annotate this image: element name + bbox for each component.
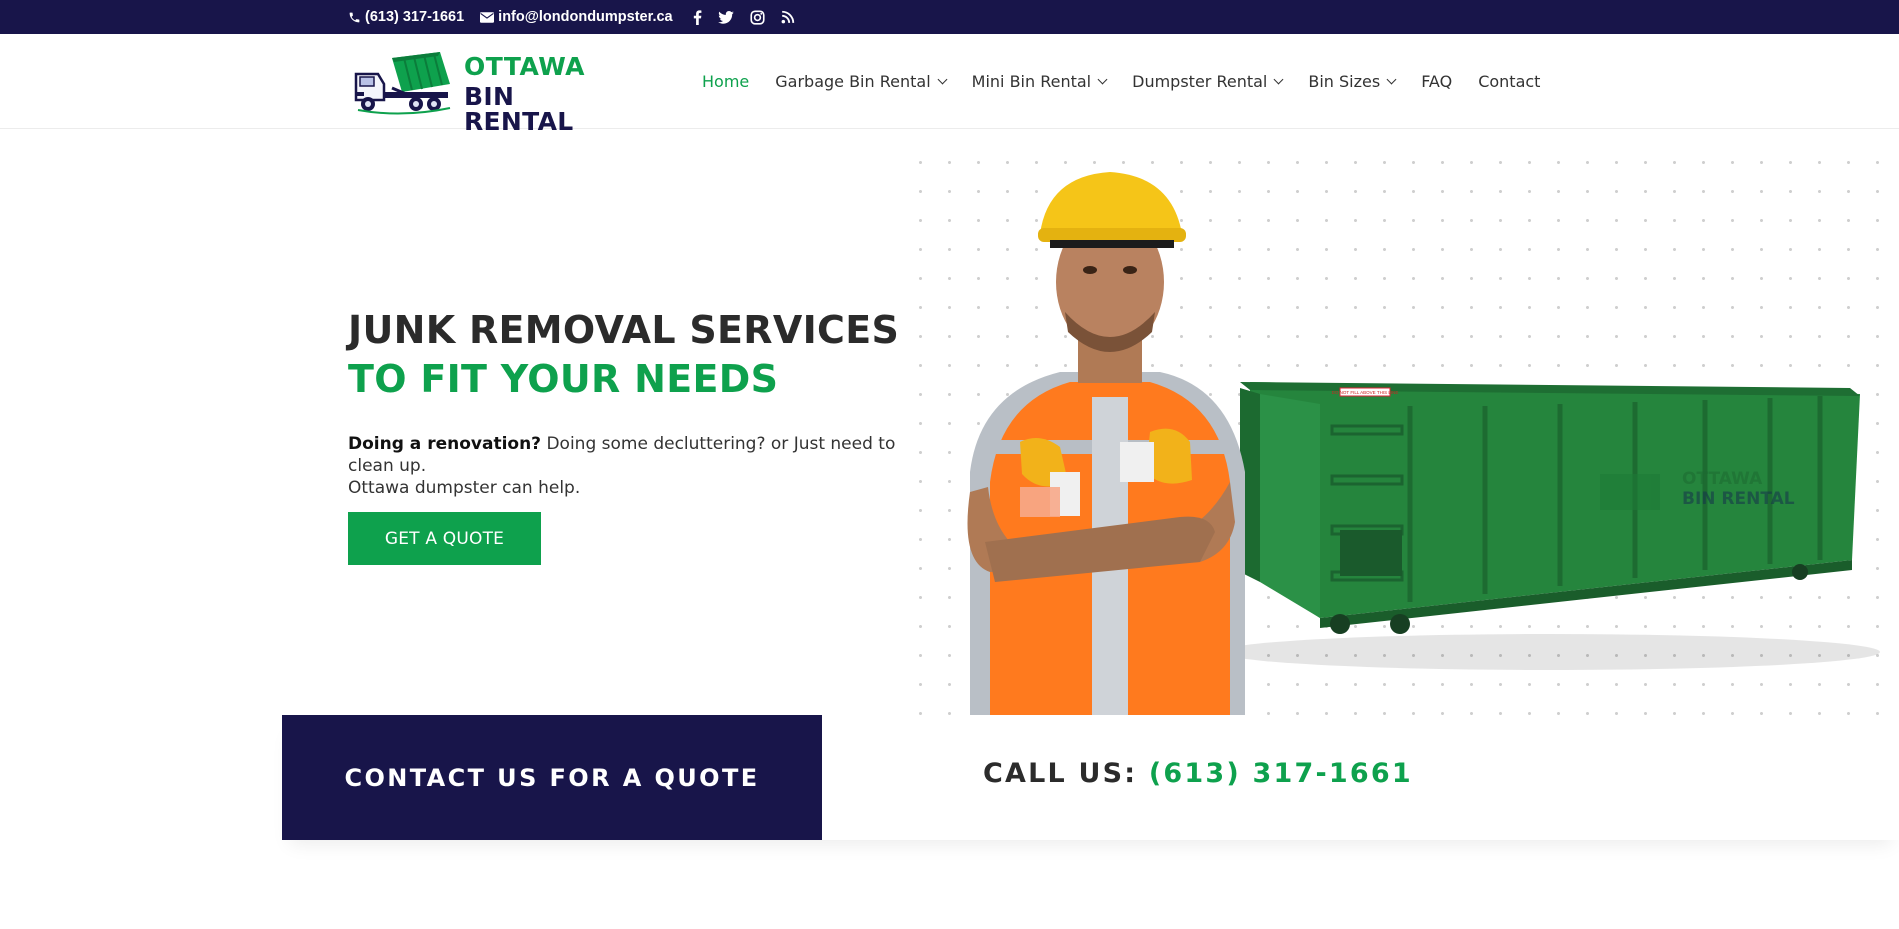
nav-label: Bin Sizes: [1308, 72, 1381, 91]
hero-image: DO NOT FILL ABOVE THIS LINE OTTAWA BIN R…: [900, 142, 1899, 715]
hero-title-line-2: TO FIT YOUR NEEDS: [348, 357, 779, 401]
chevron-down-icon: [937, 74, 948, 85]
nav-item-dumpster-rental[interactable]: Dumpster Rental: [1132, 72, 1284, 91]
get-quote-button[interactable]: GET A QUOTE: [348, 512, 541, 565]
logo-wordmark: OTTAWA BIN RENTAL: [464, 54, 622, 134]
logo-line-1: OTTAWA: [464, 52, 586, 81]
phone-link[interactable]: (613) 317-1661: [348, 9, 464, 25]
hero-intro-bold: Doing a renovation?: [348, 434, 542, 454]
call-us-number[interactable]: (613) 317-1661: [1149, 758, 1413, 789]
nav-item-bin-sizes[interactable]: Bin Sizes: [1308, 72, 1397, 91]
chevron-down-icon: [1273, 74, 1284, 85]
facebook-icon[interactable]: [693, 9, 702, 25]
main-nav: Home Garbage Bin Rental Mini Bin Rental …: [702, 34, 1540, 129]
call-us-label: CALL US:: [983, 758, 1149, 789]
dumpster-illustration: DO NOT FILL ABOVE THIS LINE OTTAWA BIN R…: [1220, 382, 1880, 670]
instagram-icon[interactable]: [750, 9, 765, 25]
contact-quote-panel[interactable]: CONTACT US FOR A QUOTE: [282, 715, 822, 840]
twitter-icon[interactable]: [717, 10, 734, 24]
nav-item-home[interactable]: Home: [702, 72, 749, 91]
nav-label: Garbage Bin Rental: [775, 72, 931, 91]
phone-icon: [349, 12, 360, 22]
site-header: OTTAWA BIN RENTAL Home Garbage Bin Renta…: [0, 34, 1899, 134]
dumpster-sticker-text: DO NOT FILL ABOVE THIS LINE: [1332, 390, 1399, 395]
nav-label: Home: [702, 72, 750, 91]
nav-item-garbage-bin-rental[interactable]: Garbage Bin Rental: [775, 72, 948, 91]
worker-illustration: [967, 172, 1245, 715]
site-logo[interactable]: OTTAWA BIN RENTAL: [352, 48, 622, 134]
dumpster-watermark-line1: OTTAWA: [1682, 469, 1763, 489]
top-bar: (613) 317-1661 info@londondumpster.ca: [0, 0, 1899, 34]
contact-quote-label: CONTACT US FOR A QUOTE: [344, 763, 760, 792]
nav-label: Contact: [1478, 72, 1541, 91]
email-text: info@londondumpster.ca: [498, 9, 673, 25]
nav-item-faq[interactable]: FAQ: [1421, 72, 1452, 91]
logo-line-2: BIN RENTAL: [464, 82, 574, 136]
rss-icon[interactable]: [781, 10, 795, 24]
phone-text: (613) 317-1661: [365, 9, 465, 25]
envelope-icon: [480, 11, 495, 23]
nav-label: Mini Bin Rental: [971, 72, 1092, 91]
nav-item-mini-bin-rental[interactable]: Mini Bin Rental: [971, 72, 1108, 91]
hero-intro-line-2: Ottawa dumpster can help.: [348, 478, 581, 498]
truck-logo-icon: [354, 52, 451, 115]
chevron-down-icon: [1097, 74, 1108, 85]
social-links: [693, 9, 795, 25]
chevron-down-icon: [1386, 74, 1397, 85]
nav-label: Dumpster Rental: [1132, 72, 1268, 91]
nav-item-contact[interactable]: Contact: [1478, 72, 1540, 91]
hero-title-line-1: JUNK REMOVAL SERVICES: [348, 308, 900, 352]
hero-intro: Doing a renovation? Doing some declutter…: [348, 433, 908, 499]
email-link[interactable]: info@londondumpster.ca: [480, 9, 673, 25]
nav-label: FAQ: [1421, 72, 1453, 91]
dumpster-watermark-line2: BIN RENTAL: [1682, 489, 1795, 509]
call-us: CALL US: (613) 317-1661: [983, 758, 1413, 789]
